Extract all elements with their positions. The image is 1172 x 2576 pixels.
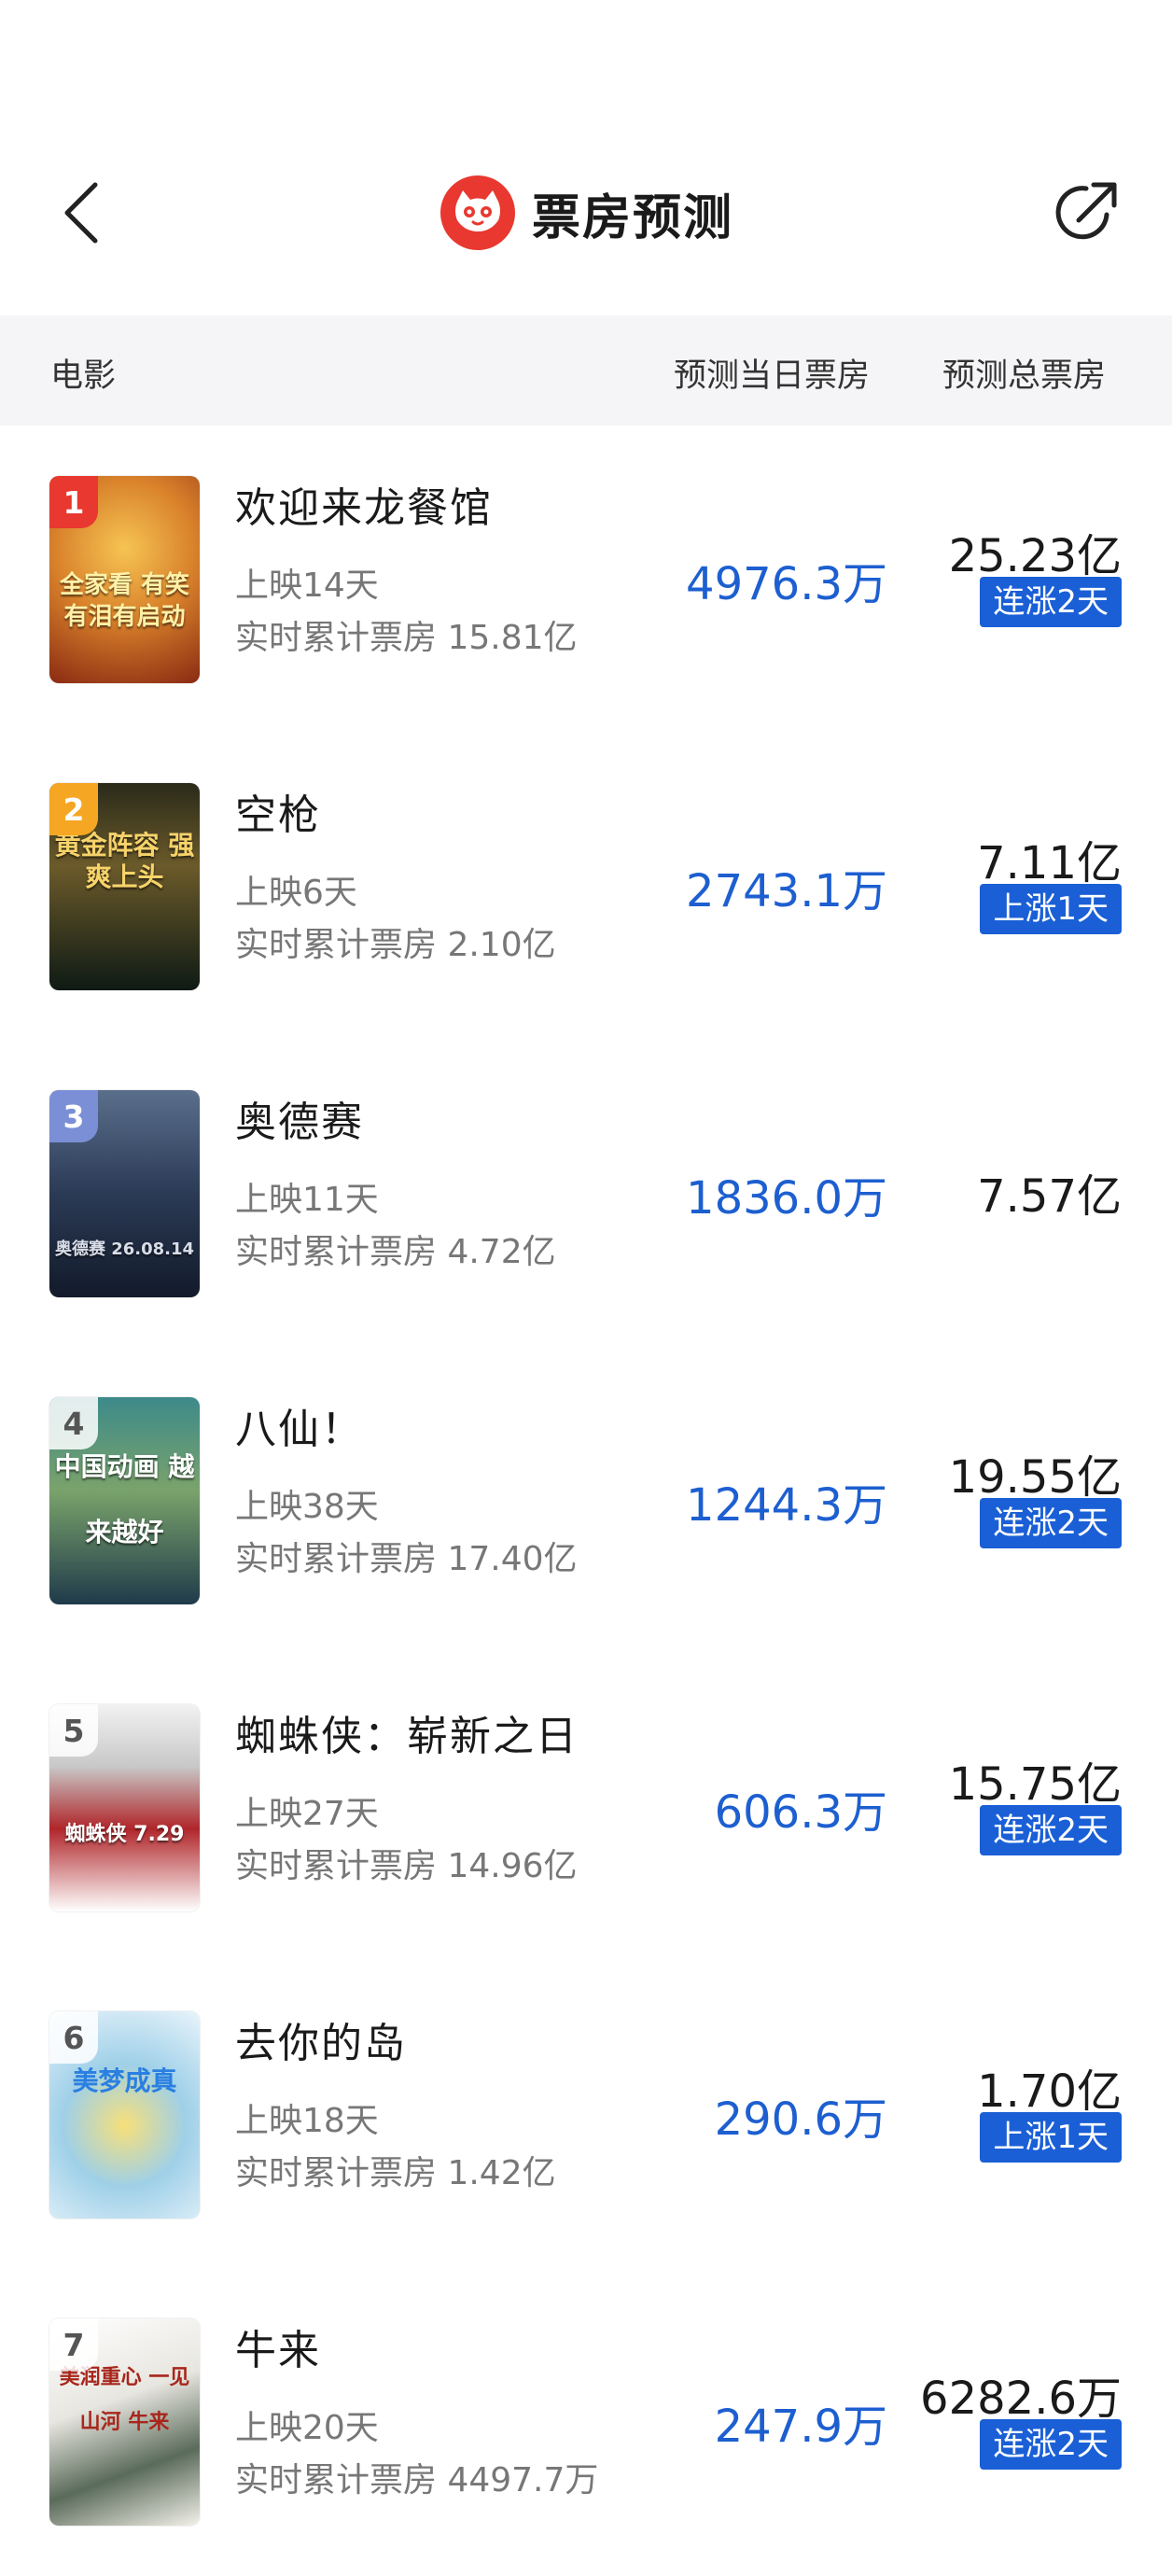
daily-forecast-value: 290.6万 [714,2093,887,2146]
box-office-forecast-page: 票房预测 电影 预测当日票房 预测总票房 全家看 有笑有泪有启动 1 欢迎来龙餐… [0,0,1172,2576]
days-showing: 上映6天 [235,874,357,912]
movie-title: 蜘蛛侠：崭新之日 [235,1713,579,1760]
movie-list: 全家看 有笑有泪有启动 1 欢迎来龙餐馆 上映14天 实时累计票房 15.81亿… [0,426,1172,2575]
rank-badge: 4 [49,1397,98,1449]
nav-bar: 票房预测 [0,140,1172,289]
movie-row[interactable]: 中国动画 越来越好 4 八仙！ 上映38天 实时累计票房 17.40亿 1244… [0,1347,1172,1654]
poster-text: 蜘蛛侠 7.29 [64,1823,185,1846]
movie-poster[interactable]: 奥德赛 26.08.14 3 [49,1090,200,1297]
share-arrow-icon [1055,182,1117,240]
daily-forecast-value: 247.9万 [714,2401,887,2453]
rank-badge: 7 [49,2318,98,2371]
daily-forecast-value: 1836.0万 [686,1172,887,1225]
movie-title: 空枪 [235,791,321,839]
cumulative-box-office: 实时累计票房 14.96亿 [235,1847,578,1885]
trend-badge: 上涨1天 [980,884,1122,934]
total-forecast-value: 19.55亿 [948,1451,1122,1504]
poster-text: 奥德赛 26.08.14 [54,1239,195,1259]
trend-badge: 连涨2天 [980,1805,1122,1855]
daily-forecast-value: 4976.3万 [686,558,887,610]
movie-poster[interactable]: 中国动画 越来越好 4 [49,1397,200,1604]
rank-badge: 6 [49,2011,98,2064]
column-header-movie: 电影 [50,357,117,395]
title-area: 票房预测 [0,168,1172,258]
movie-title: 去你的岛 [235,2020,407,2067]
days-showing: 上映20天 [235,2409,379,2447]
share-button[interactable] [1045,172,1127,254]
total-forecast-value: 1.70亿 [977,2065,1122,2118]
cumulative-box-office: 实时累计票房 17.40亿 [235,1540,578,1578]
daily-forecast-value: 606.3万 [714,1786,887,1839]
total-forecast-value: 15.75亿 [948,1758,1122,1811]
movie-row[interactable]: 黄金阵容 强爽上头 2 空枪 上映6天 实时累计票房 2.10亿 2743.1万… [0,733,1172,1040]
days-showing: 上映18天 [235,2102,379,2140]
daily-forecast-value: 1244.3万 [686,1479,887,1532]
movie-poster[interactable]: 黄金阵容 强爽上头 2 [49,783,200,990]
daily-forecast-value: 2743.1万 [686,865,887,917]
days-showing: 上映11天 [235,1181,379,1219]
column-header-total-forecast[interactable]: 预测总票房 [942,349,1106,397]
column-header-daily-forecast[interactable]: 预测当日票房 [674,349,870,397]
movie-row[interactable]: 美润重心 一见山河 牛来 7 牛来 上映20天 实时累计票房 4497.7万 2… [0,2268,1172,2575]
rank-badge: 1 [49,476,98,528]
days-showing: 上映27天 [235,1795,379,1833]
movie-title: 奥德赛 [235,1099,364,1146]
poster-text: 美梦成真 [72,2065,177,2096]
table-header: 电影 预测当日票房 预测总票房 [0,315,1172,426]
total-forecast-value: 7.11亿 [977,837,1122,889]
movie-row[interactable]: 奥德赛 26.08.14 3 奥德赛 上映11天 实时累计票房 4.72亿 18… [0,1040,1172,1347]
cumulative-box-office: 实时累计票房 2.10亿 [235,926,556,964]
trend-badge: 连涨2天 [980,2419,1122,2470]
total-forecast-value: 7.57亿 [977,1170,1122,1223]
trend-badge: 连涨2天 [980,577,1122,627]
trend-badge: 连涨2天 [980,1498,1122,1548]
trend-badge: 上涨1天 [980,2112,1122,2163]
poster-text: 中国动画 越来越好 [54,1451,195,1547]
days-showing: 上映38天 [235,1488,379,1526]
rank-badge: 2 [49,783,98,835]
page-title: 票房预测 [531,189,733,246]
cat-logo-icon [440,175,515,250]
cumulative-box-office: 实时累计票房 4.72亿 [235,1233,556,1271]
rank-badge: 3 [49,1090,98,1142]
movie-poster[interactable]: 全家看 有笑有泪有启动 1 [49,476,200,683]
poster-text: 黄金阵容 强爽上头 [54,830,195,892]
movie-row[interactable]: 美梦成真 6 去你的岛 上映18天 实时累计票房 1.42亿 290.6万 1.… [0,1961,1172,2268]
rank-badge: 5 [49,1704,98,1757]
days-showing: 上映14天 [235,567,379,605]
movie-poster[interactable]: 美润重心 一见山河 牛来 7 [49,2318,200,2526]
movie-title: 欢迎来龙餐馆 [235,484,493,532]
movie-poster[interactable]: 蜘蛛侠 7.29 5 [49,1704,200,1911]
poster-text: 全家看 有笑有泪有启动 [59,571,190,631]
movie-row[interactable]: 全家看 有笑有泪有启动 1 欢迎来龙餐馆 上映14天 实时累计票房 15.81亿… [0,426,1172,733]
cumulative-box-office: 实时累计票房 1.42亿 [235,2154,556,2192]
total-forecast-value: 25.23亿 [948,530,1122,582]
movie-title: 牛来 [235,2327,321,2374]
movie-row[interactable]: 蜘蛛侠 7.29 5 蜘蛛侠：崭新之日 上映27天 实时累计票房 14.96亿 … [0,1654,1172,1961]
cumulative-box-office: 实时累计票房 4497.7万 [235,2461,599,2499]
cumulative-box-office: 实时累计票房 15.81亿 [235,619,578,657]
movie-poster[interactable]: 美梦成真 6 [49,2011,200,2219]
movie-title: 八仙！ [235,1406,364,1453]
total-forecast-value: 6282.6万 [920,2373,1122,2425]
